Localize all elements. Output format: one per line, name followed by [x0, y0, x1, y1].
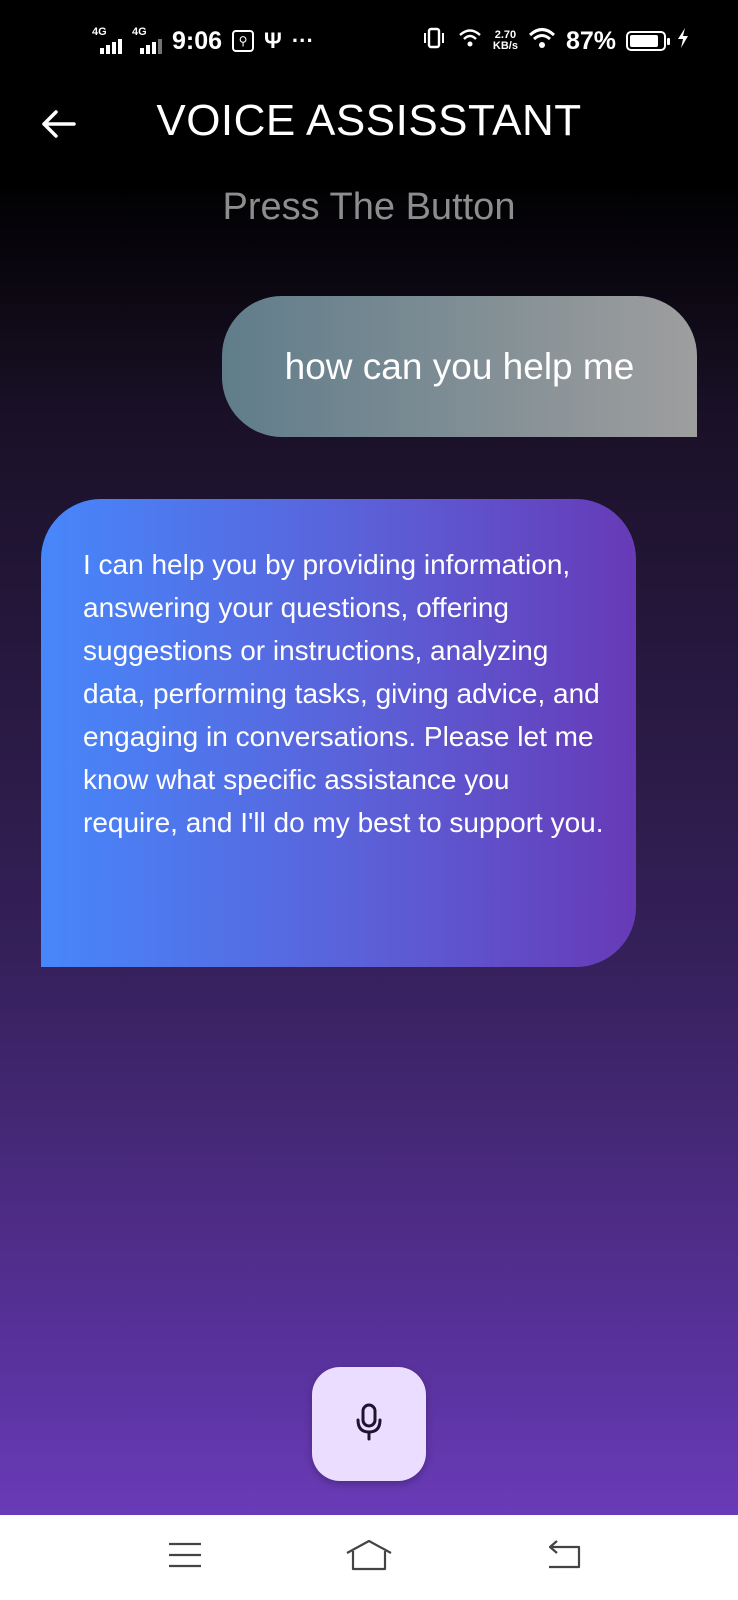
nav-back-button[interactable] [538, 1535, 588, 1579]
back-icon [543, 1539, 583, 1576]
network-speed-unit: KB/s [492, 40, 518, 52]
signal-sim2-icon: 4G [132, 26, 162, 54]
signal-sim1-icon: 4G [92, 26, 122, 54]
user-message-text: how can you help me [284, 345, 635, 387]
clock: 9:06 [172, 26, 223, 55]
assistant-message-bubble: I can help you by providing information,… [41, 499, 636, 967]
charging-icon [676, 27, 690, 56]
usb-icon: Ψ [264, 28, 282, 53]
status-bar-left: 4G 4G 9:06 ⚲ Ψ ··· [92, 26, 314, 56]
mic-button[interactable] [312, 1367, 426, 1481]
home-icon [344, 1537, 394, 1578]
menu-icon [167, 1540, 203, 1575]
status-bar: 4G 4G 9:06 ⚲ Ψ ··· 2.70 KB/s 87% [0, 0, 738, 82]
status-bar-right: 2.70 KB/s 87% [421, 27, 690, 56]
nav-home-button[interactable] [344, 1535, 394, 1579]
wifi-icon [528, 27, 556, 56]
network-type-label: 4G [132, 26, 147, 38]
status-subtitle: Press The Button [222, 186, 516, 228]
microphone-icon [354, 1402, 384, 1447]
battery-percent: 87% [565, 26, 616, 55]
assistant-message-text: I can help you by providing information,… [83, 549, 604, 838]
page-title: VOICE ASSISSTANT [156, 96, 582, 145]
battery-icon [626, 31, 670, 51]
user-message-bubble: how can you help me [222, 296, 697, 437]
vibrate-icon [421, 27, 447, 56]
network-speed: 2.70 KB/s [493, 30, 518, 52]
more-notifications-icon: ··· [291, 28, 314, 53]
usb-notification-icon: ⚲ [232, 30, 255, 52]
system-nav-bar [0, 1515, 738, 1600]
network-type-label: 4G [92, 26, 107, 38]
wifi-calling-icon [457, 27, 483, 56]
nav-menu-button[interactable] [160, 1535, 210, 1579]
